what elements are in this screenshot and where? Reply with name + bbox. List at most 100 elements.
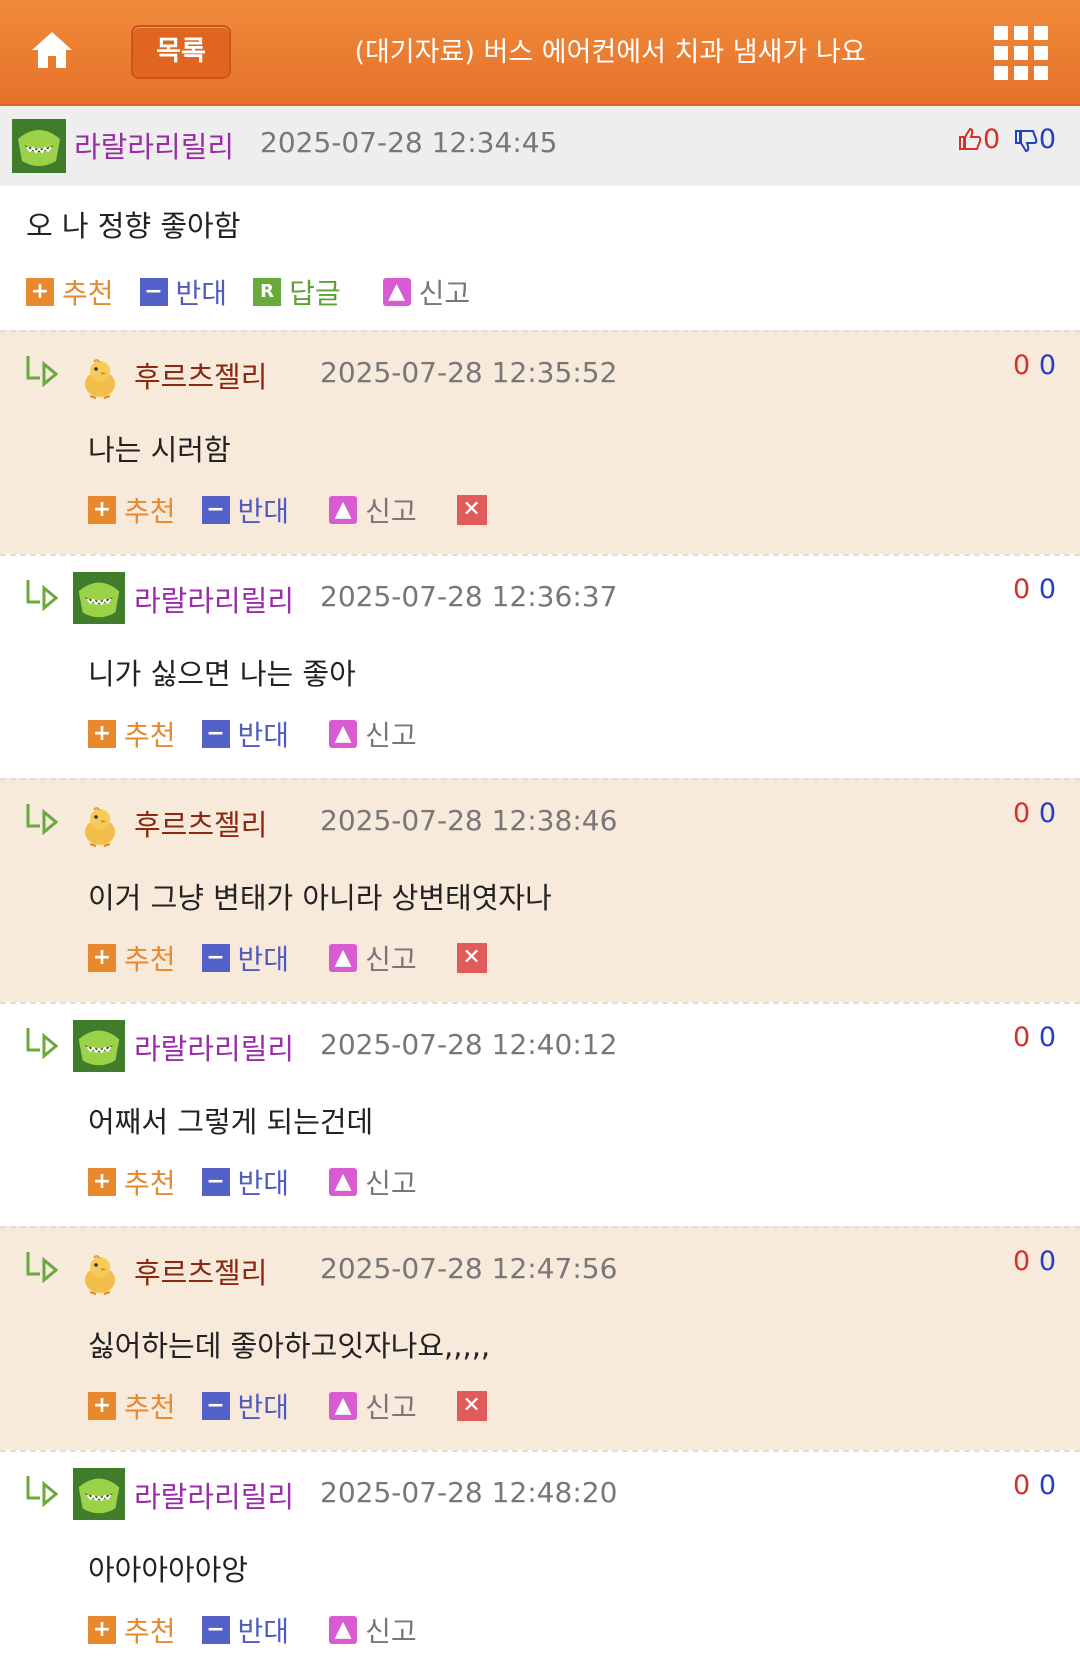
downvote-count[interactable]: 0	[1039, 798, 1056, 829]
oppose-button[interactable]: − 반대	[201, 1610, 289, 1650]
thumbs-down-icon[interactable]	[1013, 128, 1039, 154]
post-actions: + 추천 − 반대 R 답글 ▲ 신고	[26, 274, 496, 310]
report-button[interactable]: ▲ 신고	[329, 714, 417, 754]
comment-votes: 0 0	[1013, 574, 1056, 605]
avatar	[73, 1020, 125, 1072]
recommend-button[interactable]: + 추천	[88, 1162, 176, 1202]
comment-text: 어째서 그렇게 되는건데	[88, 1105, 374, 1139]
avatar	[12, 119, 66, 173]
delete-button[interactable]: ✕	[456, 943, 487, 973]
plus-icon: +	[88, 1168, 116, 1196]
plus-icon: +	[88, 1616, 116, 1644]
oppose-button[interactable]: − 반대	[201, 938, 289, 978]
comment-time: 2025-07-28 12:36:37	[320, 580, 618, 613]
oppose-button[interactable]: − 반대	[201, 1386, 289, 1426]
comment-time: 2025-07-28 12:40:12	[320, 1028, 618, 1061]
home-icon[interactable]	[28, 26, 76, 74]
comment-nickname[interactable]: 라랄라리릴리	[134, 578, 294, 620]
siren-icon: ▲	[329, 720, 358, 748]
oppose-button[interactable]: − 반대	[201, 1162, 289, 1202]
comment-time: 2025-07-28 12:35:52	[320, 356, 618, 389]
comment-nickname[interactable]: 라랄라리릴리	[134, 1026, 294, 1068]
avatar	[73, 1468, 125, 1520]
recommend-button[interactable]: + 추천	[88, 1610, 176, 1650]
comment-text: 싫어하는데 좋아하고잇자나요,,,,,	[88, 1329, 491, 1363]
recommend-button[interactable]: + 추천	[88, 1386, 176, 1426]
thumbs-up-icon[interactable]	[957, 126, 983, 152]
downvote-count[interactable]: 0	[1039, 350, 1056, 381]
downvote-count[interactable]: 0	[1039, 1246, 1056, 1277]
delete-button[interactable]: ✕	[456, 1391, 487, 1421]
downvote-count: 0	[1038, 124, 1056, 155]
comment-item: 후르츠젤리 2025-07-28 12:38:46 0 0 이거 그냥 변태가 아니라…	[0, 778, 1080, 1002]
recommend-button[interactable]: + 추천	[26, 272, 114, 312]
comment-time: 2025-07-28 12:47:56	[320, 1252, 618, 1285]
comment-actions: + 추천 − 반대 ▲ 신고 ✕	[88, 940, 487, 976]
upvote-count[interactable]: 0	[1013, 798, 1030, 829]
comment-actions: + 추천 − 반대 ▲ 신고 ✕	[88, 1388, 487, 1424]
comment-item: 라랄라리릴리 2025-07-28 12:40:12 0 0 어째서 그렇게 되는건데…	[0, 1002, 1080, 1226]
plus-icon: +	[88, 720, 116, 748]
report-button[interactable]: ▲ 신고	[329, 1610, 417, 1650]
report-button[interactable]: ▲ 신고	[329, 490, 417, 530]
plus-icon: +	[88, 944, 116, 972]
downvote-count[interactable]: 0	[1039, 1022, 1056, 1053]
comment-nickname[interactable]: 후르츠젤리	[134, 354, 267, 396]
upvote-count: 0	[983, 124, 1001, 155]
reply-arrow-icon	[26, 804, 59, 836]
report-button[interactable]: ▲ 신고	[382, 272, 470, 312]
oppose-button[interactable]: − 반대	[201, 490, 289, 530]
post-time: 2025-07-28 12:34:45	[260, 126, 558, 159]
upvote-count[interactable]: 0	[1013, 350, 1030, 381]
post-nickname[interactable]: 라랄라리릴리	[74, 124, 234, 166]
minus-icon: −	[139, 278, 168, 306]
reply-r-icon: R	[253, 278, 282, 306]
reply-button[interactable]: R 답글	[253, 272, 341, 312]
upvote-count[interactable]: 0	[1013, 1022, 1030, 1053]
siren-icon: ▲	[329, 496, 358, 524]
list-button[interactable]: 목록	[131, 25, 231, 79]
report-button[interactable]: ▲ 신고	[329, 1386, 417, 1426]
comment-item: 후르츠젤리 2025-07-28 12:47:56 0 0 싫어하는데 좋아하고잇자나…	[0, 1226, 1080, 1450]
recommend-button[interactable]: + 추천	[88, 490, 176, 530]
comment-time: 2025-07-28 12:38:46	[320, 804, 618, 837]
post-text: 오 나 정향 좋아함	[26, 209, 241, 243]
comment-time: 2025-07-28 12:48:20	[320, 1476, 618, 1509]
oppose-button[interactable]: − 반대	[139, 272, 227, 312]
comment-nickname[interactable]: 후르츠젤리	[134, 1250, 267, 1292]
report-button[interactable]: ▲ 신고	[329, 938, 417, 978]
upvote-count[interactable]: 0	[1013, 574, 1030, 605]
plus-icon: +	[88, 1392, 116, 1420]
recommend-button[interactable]: + 추천	[88, 938, 176, 978]
comment-nickname[interactable]: 후르츠젤리	[134, 802, 267, 844]
comment-nickname[interactable]: 라랄라리릴리	[134, 1474, 294, 1516]
siren-icon: ▲	[382, 278, 411, 306]
recommend-button[interactable]: + 추천	[88, 714, 176, 754]
downvote-count[interactable]: 0	[1039, 1470, 1056, 1501]
minus-icon: −	[201, 720, 230, 748]
comment-item: 후르츠젤리 2025-07-28 12:35:52 0 0 나는 시러함 + 추천 − 반대 ▲…	[0, 330, 1080, 554]
report-button[interactable]: ▲ 신고	[329, 1162, 417, 1202]
comment-votes: 0 0	[1013, 1470, 1056, 1501]
top-header: 목록 (대기자료) 버스 에어컨에서 치과 냄새가 나요	[0, 0, 1080, 106]
siren-icon: ▲	[329, 944, 358, 972]
comment-actions: + 추천 − 반대 ▲ 신고	[88, 716, 443, 752]
reply-arrow-icon	[26, 1028, 59, 1060]
comment-item: 라랄라리릴리 2025-07-28 12:48:20 0 0 아아아아아앙 + 추천 − 반대…	[0, 1450, 1080, 1674]
plus-icon: +	[26, 278, 54, 306]
siren-icon: ▲	[329, 1616, 358, 1644]
comment-actions: + 추천 − 반대 ▲ 신고	[88, 1612, 443, 1648]
downvote-count[interactable]: 0	[1039, 574, 1056, 605]
chick-avatar	[85, 807, 115, 847]
post-author-bar: 라랄라리릴리 2025-07-28 12:34:45 0 0	[0, 106, 1080, 186]
grid-menu-icon[interactable]	[994, 26, 1048, 80]
delete-button[interactable]: ✕	[456, 495, 487, 525]
minus-icon: −	[201, 496, 230, 524]
siren-icon: ▲	[329, 1168, 358, 1196]
upvote-count[interactable]: 0	[1013, 1246, 1030, 1277]
upvote-count[interactable]: 0	[1013, 1470, 1030, 1501]
comment-votes: 0 0	[1013, 798, 1056, 829]
reply-arrow-icon	[26, 1252, 59, 1284]
oppose-button[interactable]: − 반대	[201, 714, 289, 754]
post-votes: 0 0	[957, 124, 1056, 155]
